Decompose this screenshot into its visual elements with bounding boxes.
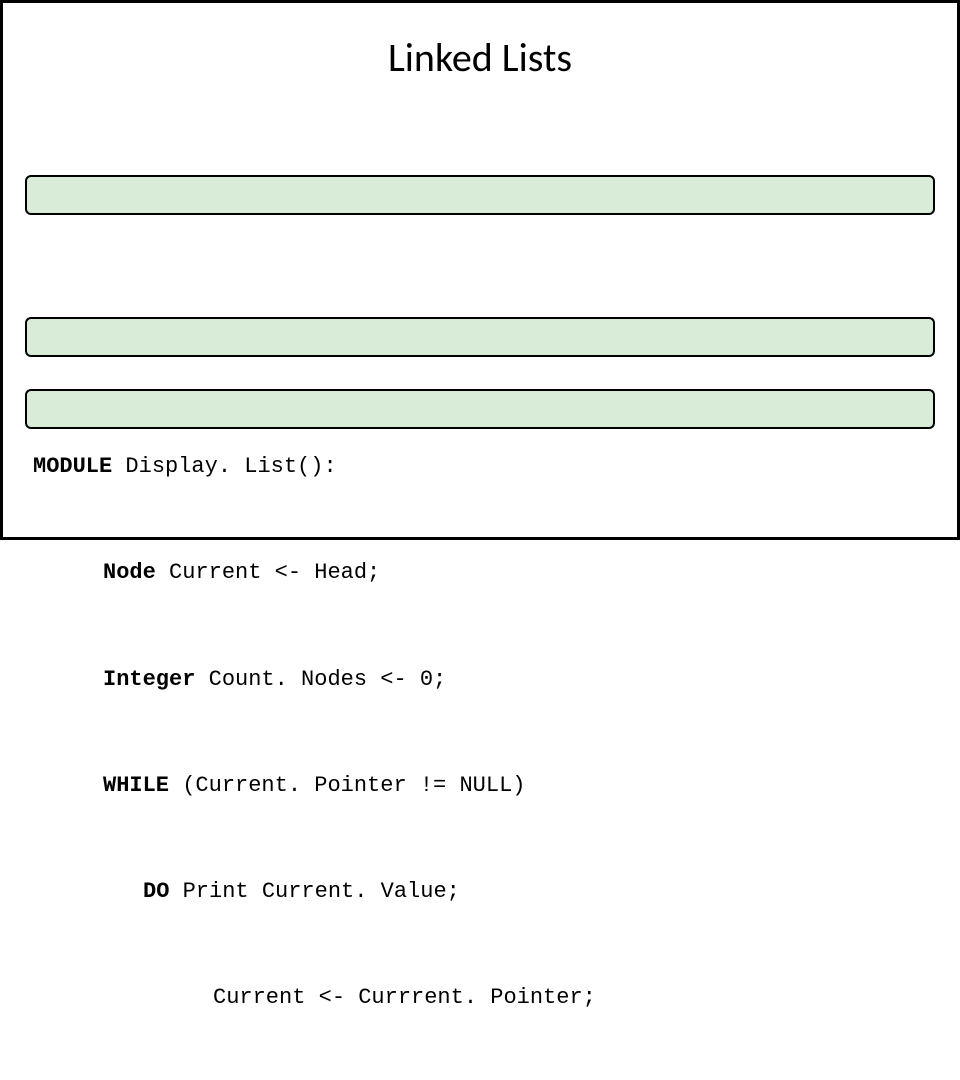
code-text: (Current. Pointer != NULL) — [169, 773, 525, 798]
highlight-box — [25, 317, 935, 357]
pseudocode-block: MODULE Display. List(): Node Current <- … — [33, 107, 927, 1080]
code-line: Current <- Currrent. Pointer; — [33, 979, 927, 1017]
highlight-box — [25, 175, 935, 215]
code-text: Print Current. Value; — [169, 879, 459, 904]
keyword-node: Node — [103, 560, 156, 585]
keyword-while: WHILE — [103, 773, 169, 798]
code-line: MODULE Display. List(): — [33, 448, 927, 486]
code-text: Current <- Head; — [156, 560, 380, 585]
keyword-do: DO — [143, 879, 169, 904]
slide-title: Linked Lists — [33, 33, 927, 82]
slide-frame: Linked Lists MODULE Display. List(): Nod… — [0, 0, 960, 540]
code-line: DO Print Current. Value; — [33, 873, 927, 911]
code-lines: MODULE Display. List(): Node Current <- … — [33, 380, 927, 1080]
code-text: Current <- Currrent. Pointer; — [213, 985, 596, 1010]
code-text: Display. List(): — [112, 454, 336, 479]
code-line: Integer Count. Nodes <- 0; — [33, 661, 927, 699]
code-line: WHILE (Current. Pointer != NULL) — [33, 767, 927, 805]
code-line: Node Current <- Head; — [33, 554, 927, 592]
keyword-integer: Integer — [103, 667, 195, 692]
code-text: Count. Nodes <- 0; — [195, 667, 446, 692]
keyword-module: MODULE — [33, 454, 112, 479]
